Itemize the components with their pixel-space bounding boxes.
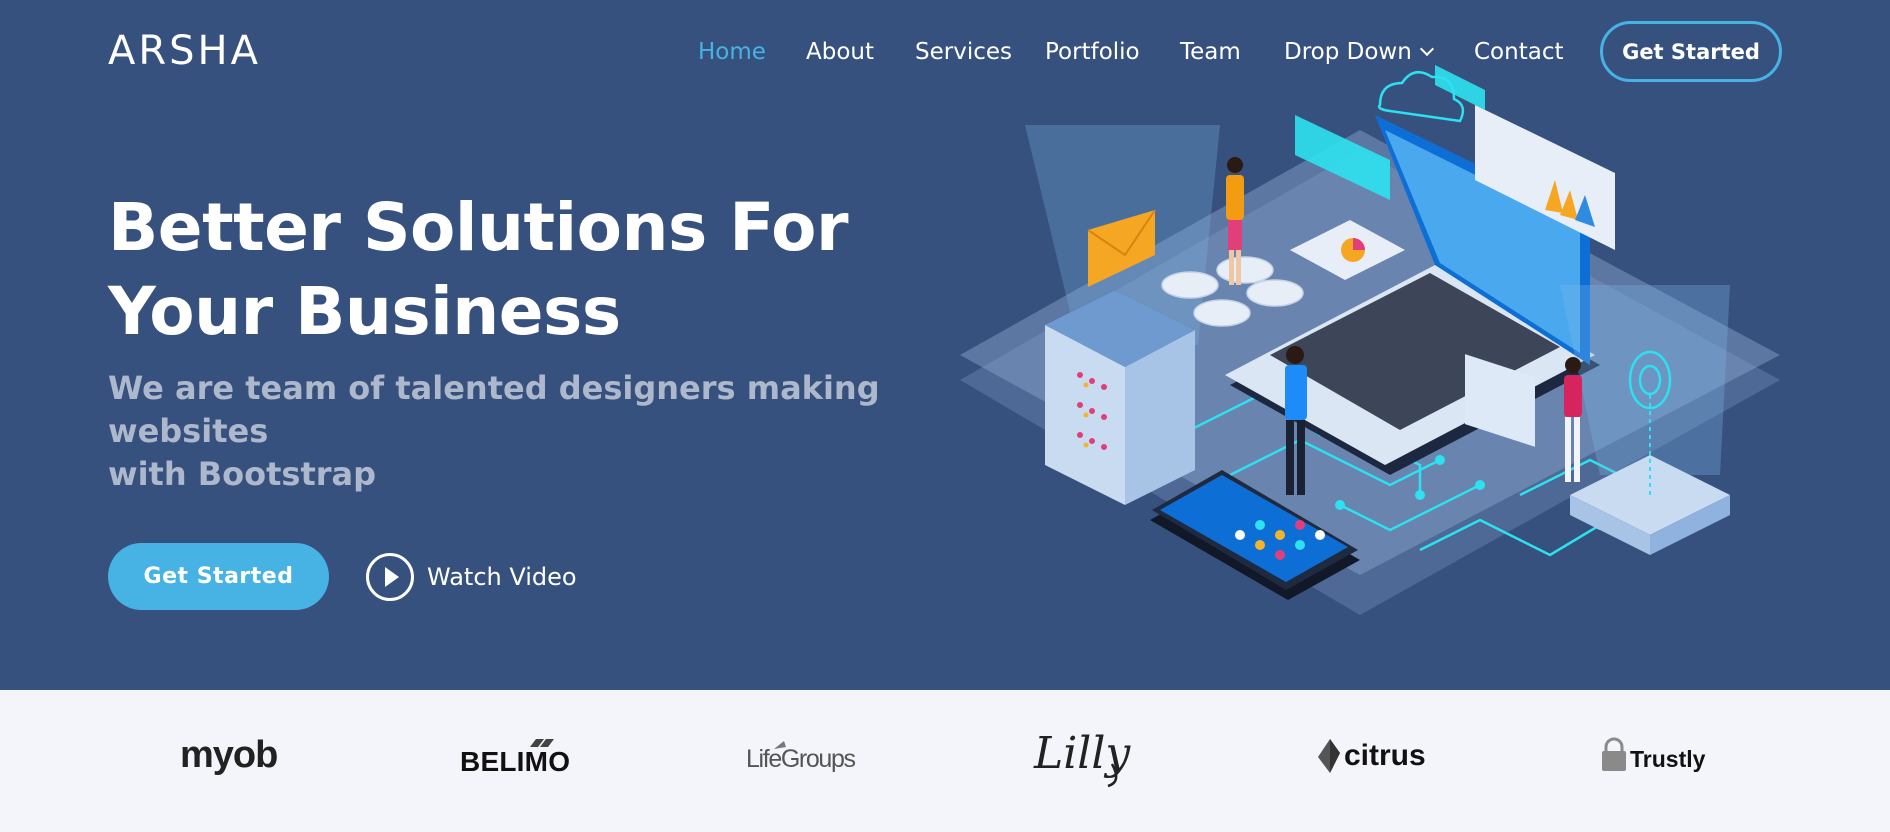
- server-left: [1045, 290, 1195, 505]
- svg-text:BELIMO: BELIMO: [460, 746, 570, 777]
- hero-title-line1: Better Solutions For: [108, 189, 849, 266]
- client-belimo[interactable]: BELIMO: [458, 720, 576, 790]
- hero-subtitle: We are team of talented designers making…: [108, 367, 968, 496]
- hero-subtitle-line2: with Bootstrap: [108, 455, 377, 493]
- hero-get-started-button[interactable]: Get Started: [108, 543, 329, 610]
- play-circle-icon: [366, 553, 414, 601]
- chevron-down-icon: [1419, 41, 1434, 57]
- hero-title: Better Solutions For Your Business: [108, 186, 928, 354]
- site-logo[interactable]: ARSHA: [108, 26, 261, 76]
- svg-text:LifeGroups: LifeGroups: [746, 745, 856, 773]
- nav-home[interactable]: Home: [698, 36, 766, 68]
- client-citrus[interactable]: citrus: [1316, 720, 1430, 790]
- client-trustly[interactable]: Trustly: [1600, 720, 1714, 790]
- clients-section: myob BELIMO LifeGroups Lilly citrus Trus…: [0, 690, 1890, 832]
- hero-section: ARSHA Home About Services Portfolio Team…: [0, 0, 1890, 690]
- svg-text:myob: myob: [180, 734, 277, 776]
- trustly-logo: Trustly: [1602, 737, 1706, 772]
- svg-text:citrus: citrus: [1344, 739, 1426, 772]
- hero-illustration: [960, 65, 1780, 615]
- lilly-logo: Lilly: [1033, 728, 1131, 788]
- watch-video-button[interactable]: Watch Video: [365, 552, 577, 602]
- client-lilly[interactable]: Lilly: [1028, 720, 1148, 790]
- client-myob[interactable]: myob: [178, 720, 290, 790]
- nav-about[interactable]: About: [806, 36, 874, 68]
- belimo-logo: BELIMO: [460, 739, 570, 777]
- myob-logo: myob: [180, 734, 278, 776]
- svg-text:Trustly: Trustly: [1630, 746, 1706, 772]
- watch-video-label: Watch Video: [427, 563, 577, 591]
- hero-title-line2: Your Business: [108, 273, 621, 350]
- client-lifegroups[interactable]: LifeGroups: [744, 720, 860, 790]
- lifegroups-logo: LifeGroups: [746, 741, 856, 773]
- hero-subtitle-line1: We are team of talented designers making…: [108, 369, 880, 450]
- svg-text:Lilly: Lilly: [1033, 728, 1131, 779]
- citrus-logo: citrus: [1318, 739, 1426, 773]
